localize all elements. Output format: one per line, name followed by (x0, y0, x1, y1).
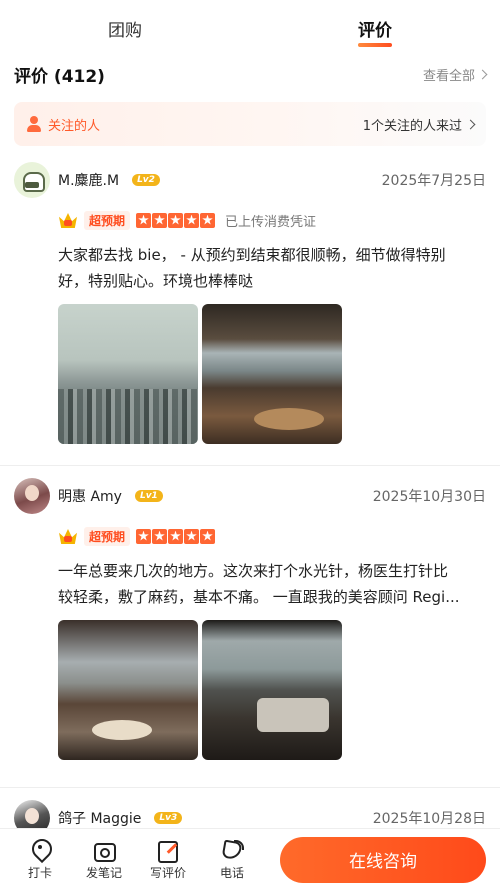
review-user[interactable]: 明惠 Amy Lv1 (14, 478, 163, 514)
location-pin-icon (29, 839, 51, 861)
star-icon (184, 528, 200, 544)
see-all-label: 查看全部 (422, 68, 475, 84)
write-review-button[interactable]: 写评价 (136, 839, 200, 881)
review-card[interactable]: M.麋鹿.M Lv2 2025年7月25日 超预期 已上传消费凭证 大家都去找 … (0, 158, 500, 466)
review-photo[interactable] (202, 620, 342, 760)
review-date: 2025年7月25日 (381, 173, 486, 189)
star-rating (136, 528, 216, 544)
review-text[interactable]: 一年总要来几次的地方。这次来打个水光针，杨医生打针比 较轻柔，敷了麻药，基本不痛… (58, 558, 486, 610)
star-icon (200, 528, 216, 544)
check-in-button[interactable]: 打卡 (8, 839, 72, 881)
username: 明惠 Amy (58, 489, 122, 505)
crown-icon (58, 526, 78, 546)
review-card[interactable]: 明惠 Amy Lv1 2025年10月30日 超预期 一年总要来几次的地方。这次… (0, 474, 500, 788)
username: M.麋鹿.M (58, 173, 120, 189)
level-badge: Lv2 (132, 174, 160, 186)
followed-people-bar[interactable]: 关注的人 1个关注的人来过 (14, 102, 486, 146)
star-icon (136, 528, 152, 544)
reviews-title: 评价 (412) (14, 66, 105, 87)
bottom-action-bar: 打卡 发笔记 写评价 电话 在线咨询 (0, 828, 500, 890)
review-photo[interactable] (202, 304, 342, 444)
tab-group-buy[interactable]: 团购 (100, 16, 150, 41)
chevron-right-icon (465, 119, 476, 129)
review-photo[interactable] (58, 620, 198, 760)
star-icon (168, 528, 184, 544)
review-user-row: M.麋鹿.M Lv2 2025年7月25日 (14, 158, 486, 202)
review-photos (58, 620, 486, 760)
star-icon (168, 212, 184, 228)
review-text-line: 好，特别贴心。环境也棒棒哒 (58, 272, 254, 290)
review-text[interactable]: 大家都去找 bie， - 从预约到结束都很顺畅，细节做得特别 好，特别贴心。环境… (58, 242, 486, 294)
star-rating (136, 212, 216, 228)
review-photo[interactable] (58, 304, 198, 444)
review-date: 2025年10月28日 (372, 811, 486, 827)
review-rating-row: 超预期 已上传消费凭证 (58, 208, 486, 232)
exceeded-expectation-tag: 超预期 (84, 210, 131, 230)
camera-note-icon (93, 839, 116, 862)
followed-visitors-count: 1个关注的人来过 (362, 118, 462, 134)
phone-button[interactable]: 电话 (200, 839, 264, 881)
write-review-icon (157, 839, 179, 863)
review-date: 2025年10月30日 (372, 489, 486, 505)
chevron-right-icon (477, 69, 488, 79)
review-text-line: 大家都去找 bie， - 从预约到结束都很顺畅，细节做得特别 (58, 246, 446, 264)
reviews-header: 评价 (412) 查看全部 (0, 56, 500, 92)
online-consult-button[interactable]: 在线咨询 (280, 836, 486, 883)
exceeded-expectation-tag: 超预期 (84, 526, 131, 546)
avatar[interactable] (14, 162, 50, 198)
star-icon (152, 212, 168, 228)
review-text-line: 一年总要来几次的地方。这次来打个水光针，杨医生打针比 (58, 562, 449, 580)
followed-people-label: 关注的人 (48, 118, 101, 134)
check-in-label: 打卡 (27, 865, 52, 880)
phone-icon (221, 839, 244, 861)
person-icon (26, 116, 42, 132)
write-review-label: 写评价 (149, 865, 186, 880)
phone-label: 电话 (219, 865, 244, 880)
star-icon (152, 528, 168, 544)
star-icon (184, 212, 200, 228)
review-photos (58, 304, 486, 444)
level-badge: Lv3 (154, 812, 183, 824)
review-text-line: 较轻柔，敷了麻药，基本不痛。 一直跟我的美容顾问 Regi... (58, 588, 460, 606)
review-user-row: 明惠 Amy Lv1 2025年10月30日 (14, 474, 486, 518)
followed-people-label-group: 关注的人 (26, 115, 100, 134)
post-note-button[interactable]: 发笔记 (72, 839, 136, 881)
crown-icon (58, 210, 78, 230)
see-all-link[interactable]: 查看全部 (422, 65, 488, 84)
review-user[interactable]: M.麋鹿.M Lv2 (14, 162, 160, 198)
receipt-verified-label: 已上传消费凭证 (225, 214, 317, 230)
review-rating-row: 超预期 (58, 524, 486, 548)
tab-reviews[interactable]: 评价 (350, 16, 400, 41)
username: 鸽子 Maggie (58, 811, 142, 827)
post-note-label: 发笔记 (85, 865, 122, 880)
avatar[interactable] (14, 478, 50, 514)
star-icon (200, 212, 216, 228)
star-icon (136, 212, 152, 228)
followed-visitors-link[interactable]: 1个关注的人来过 (362, 115, 476, 134)
level-badge: Lv1 (134, 490, 163, 502)
top-tabs: 团购 评价 (0, 0, 500, 56)
